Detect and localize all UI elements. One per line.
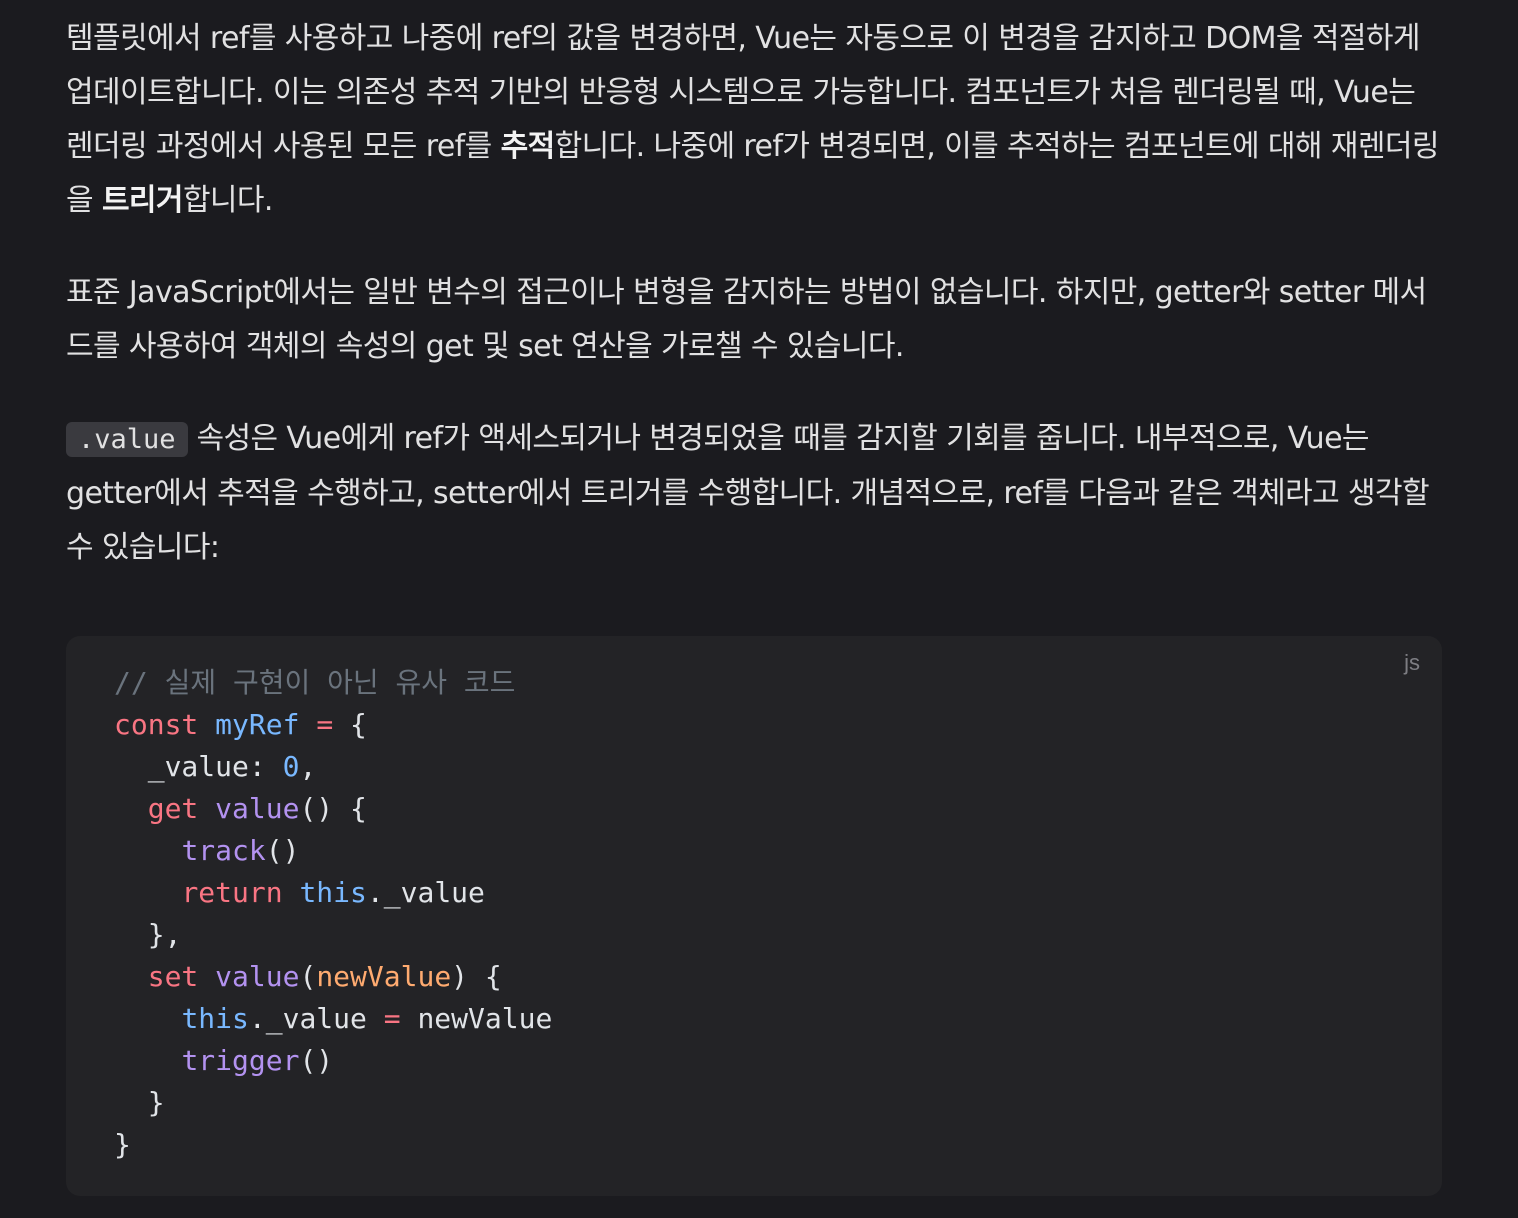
code-block[interactable]: js // 실제 구현이 아닌 유사 코드 const myRef = { _va… [66,636,1442,1196]
paragraph-text: 속성은 Vue에게 ref가 액세스되거나 변경되었을 때를 감지할 기회를 줍… [66,421,1430,565]
code-line: this._value = newValue [114,998,552,1040]
code-line: return this._value [114,872,552,914]
code-token: () [265,834,300,867]
code-token: this [181,1002,249,1035]
code-token: value [215,792,300,825]
code-token: const [114,708,199,741]
code-token: ._value [366,876,485,909]
code-token: set [147,960,199,993]
code-line: set value(newValue) { [114,956,552,998]
code-token: 0 [282,750,300,783]
code-token: newValue [316,960,452,993]
code-token: trigger [181,1044,300,1077]
paragraph-getter-setter: 표준 JavaScript에서는 일반 변수의 접근이나 변형을 감지하는 방법… [66,266,1446,374]
code-token: newValue [400,1002,553,1035]
code-line: // 실제 구현이 아닌 유사 코드 [114,662,552,704]
code-line: _value: 0, [114,746,552,788]
code-token: ) { [451,960,502,993]
code-token: myRef [215,708,300,741]
code-token: , [299,750,317,783]
code-line: get value() { [114,788,552,830]
article-content: 템플릿에서 ref를 사용하고 나중에 ref의 값을 변경하면, Vue는 자… [66,12,1446,575]
code-token: { [333,708,367,741]
code-token: = [316,708,334,741]
code-token: value [215,960,300,993]
code-line: } [114,1124,552,1166]
code-token: _value: [114,750,283,783]
paragraph-value-property: .value 속성은 Vue에게 ref가 액세스되거나 변경되었을 때를 감지… [66,412,1446,575]
code-token: return [181,876,283,909]
inline-code-value: .value [66,422,188,457]
paragraph-ref-reactivity: 템플릿에서 ref를 사용하고 나중에 ref의 값을 변경하면, Vue는 자… [66,12,1446,228]
code-lines: // 실제 구현이 아닌 유사 코드 const myRef = { _value… [114,662,552,1166]
code-token: get [147,792,199,825]
code-token: } [114,1128,131,1161]
bold-term-track: 추적 [500,129,556,164]
code-token: = [383,1002,401,1035]
code-line: trigger() [114,1040,552,1082]
code-token: } [114,1086,165,1119]
code-token: // 실제 구현이 아닌 유사 코드 [114,666,516,699]
paragraph-text: 표준 JavaScript에서는 일반 변수의 접근이나 변형을 감지하는 방법… [66,275,1427,364]
code-token: this [299,876,367,909]
code-token: () [299,1044,334,1077]
bold-term-trigger: 트리거 [101,183,184,218]
paragraph-text: 합니다. [182,183,274,218]
code-line: }, [114,914,552,956]
code-token: }, [114,918,182,951]
code-line: const myRef = { [114,704,552,746]
code-token: () { [299,792,367,825]
code-token: ._value [248,1002,384,1035]
code-token: ( [299,960,317,993]
code-language-label: js [1404,650,1420,675]
code-line: track() [114,830,552,872]
code-line: } [114,1082,552,1124]
code-token: track [181,834,266,867]
